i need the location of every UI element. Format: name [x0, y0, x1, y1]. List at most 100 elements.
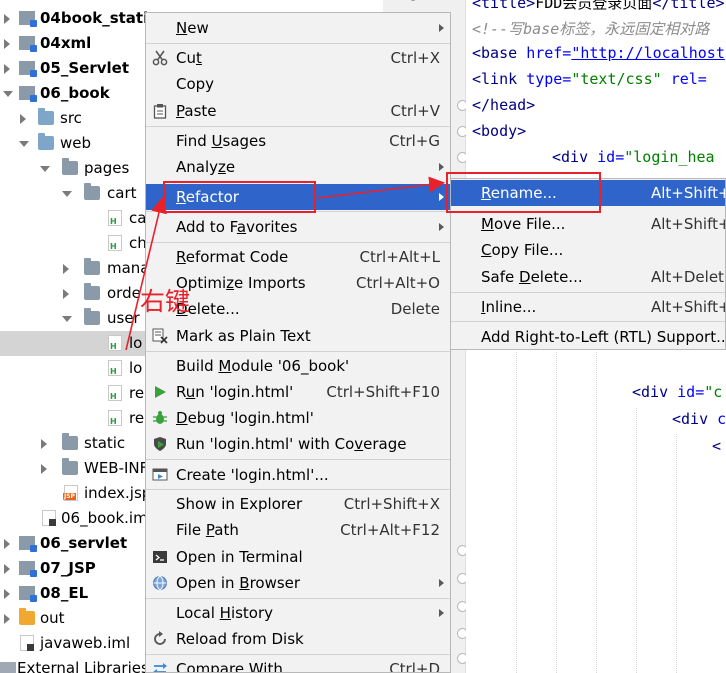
menu-item-file-path[interactable]: File Path Ctrl+Alt+F12 [146, 517, 450, 543]
collapse-arrow-icon[interactable] [19, 141, 29, 147]
tree-item-08-el[interactable]: 08_EL [0, 581, 152, 606]
folder-icon [84, 183, 100, 200]
expand-arrow-icon[interactable] [4, 64, 10, 74]
expand-arrow-icon[interactable] [4, 39, 10, 49]
tree-item-manager[interactable]: mana [0, 256, 152, 281]
collapse-arrow-icon[interactable] [40, 166, 50, 172]
expand-arrow-icon[interactable] [4, 614, 10, 624]
menu-item-open-in-browser[interactable]: Open in Browser [146, 570, 450, 596]
expand-arrow-icon[interactable] [4, 564, 10, 574]
expand-arrow-icon[interactable] [63, 264, 69, 274]
tree-item-external-libraries[interactable]: External Libraries [0, 656, 152, 673]
tree-item-04book-static[interactable]: 04book_static [0, 6, 152, 31]
menu-item-optimize-imports[interactable]: Optimize Imports Ctrl+Alt+O [146, 270, 450, 296]
menu-item-label: Create 'login.html'... [176, 466, 329, 484]
tree-item-04xml[interactable]: 04xml [0, 31, 152, 56]
menu-item-move-file[interactable]: Move File... Alt+Shift+ [451, 211, 725, 237]
collapse-arrow-icon[interactable] [62, 191, 72, 197]
submenu-arrow-icon [439, 579, 444, 587]
menu-item-build-module[interactable]: Build Module '06_book' [146, 353, 450, 379]
expand-arrow-icon[interactable] [20, 114, 26, 124]
expand-arrow-icon[interactable] [41, 439, 47, 449]
globe-icon [153, 576, 167, 590]
menu-item-compare-with[interactable]: Compare With... Ctrl+D [146, 656, 450, 672]
menu-item-shortcut: Ctrl+X [390, 49, 440, 67]
code-line: <!--写base标签，永远固定相对路 [472, 20, 710, 38]
tree-item-regist-success-html[interactable]: re [0, 406, 152, 431]
expand-arrow-icon[interactable] [63, 289, 69, 299]
expand-arrow-icon[interactable] [4, 589, 10, 599]
menu-item-label: Optimize Imports [176, 274, 306, 292]
web-folder-icon [38, 133, 54, 150]
tree-item-06-book[interactable]: 06_book [0, 81, 152, 106]
tree-item-web[interactable]: web [0, 131, 152, 156]
tree-item-regist-html[interactable]: re [0, 381, 152, 406]
menu-item-delete[interactable]: Delete... Delete [146, 296, 450, 322]
menu-separator [146, 598, 450, 599]
code-line: < [712, 437, 722, 455]
tree-item-06-servlet[interactable]: 06_servlet [0, 531, 152, 556]
menu-item-shortcut: Ctrl+Alt+F12 [340, 521, 440, 539]
menu-item-copy-file[interactable]: Copy File... [451, 237, 725, 263]
module-folder-icon [19, 86, 37, 102]
menu-item-paste[interactable]: Paste Ctrl+V [146, 98, 450, 124]
expand-arrow-icon[interactable] [4, 14, 10, 24]
expand-arrow-icon[interactable] [41, 464, 47, 474]
menu-item-local-history[interactable]: Local History [146, 600, 450, 626]
code-line: <div id="login_hea [552, 148, 715, 166]
tree-item-out[interactable]: out [0, 606, 152, 631]
tree-item-web-inf[interactable]: WEB-INF [0, 456, 152, 481]
menu-item-label: Mark as Plain Text [176, 327, 311, 345]
menu-item-safe-delete[interactable]: Safe Delete... Alt+Delet [451, 264, 725, 290]
code-line: <body> [472, 122, 527, 140]
tree-item-06-book-iml[interactable]: 06_book.iml [0, 506, 152, 531]
menu-item-create-config[interactable]: Create 'login.html'... [146, 462, 450, 488]
tree-item-05-servlet[interactable]: 05_Servlet [0, 56, 152, 81]
tree-item-order[interactable]: orde [0, 281, 152, 306]
tree-item-login-html[interactable]: lo [0, 331, 152, 356]
menu-item-analyze[interactable]: Analyze [146, 154, 450, 180]
iml-file-icon [20, 635, 34, 651]
tree-item-static[interactable]: static [0, 431, 152, 456]
menu-item-new[interactable]: New [146, 15, 450, 41]
menu-item-add-to-favorites[interactable]: Add to Favorites [146, 214, 450, 240]
menu-item-show-in-explorer[interactable]: Show in Explorer Ctrl+Shift+X [146, 491, 450, 517]
project-tree[interactable]: 04book_static 04xml 05_Servlet 06_book s… [0, 0, 152, 673]
tree-item-cart[interactable]: cart [0, 181, 152, 206]
context-menu[interactable]: New Cut Ctrl+X Copy Paste Ctrl+V Find Us… [145, 12, 451, 673]
output-folder-icon [19, 608, 35, 625]
expand-arrow-icon[interactable] [4, 539, 10, 549]
tree-item-login-success-html[interactable]: lo [0, 356, 152, 381]
collapse-arrow-icon[interactable] [62, 316, 72, 322]
menu-item-mark-as-plain-text[interactable]: Mark as Plain Text [146, 323, 450, 349]
tree-item-label: src [60, 109, 82, 127]
tree-item-user[interactable]: user [0, 306, 152, 331]
menu-item-reload-from-disk[interactable]: Reload from Disk [146, 626, 450, 652]
tree-item-cart-html[interactable]: ca [0, 206, 152, 231]
menu-item-debug[interactable]: Debug 'login.html' [146, 405, 450, 431]
tree-item-src[interactable]: src [0, 106, 152, 131]
menu-item-run[interactable]: Run 'login.html' Ctrl+Shift+F10 [146, 379, 450, 405]
collapse-arrow-icon[interactable] [3, 91, 13, 97]
tree-item-07-jsp[interactable]: 07_JSP [0, 556, 152, 581]
menu-item-run-with-coverage[interactable]: Run 'login.html' with Coverage [146, 431, 450, 457]
menu-item-find-usages[interactable]: Find Usages Ctrl+G [146, 128, 450, 154]
tree-item-label: orde [107, 284, 141, 302]
tree-item-label: 06_book.iml [61, 509, 152, 527]
menu-separator [146, 126, 450, 127]
module-folder-icon [19, 586, 37, 602]
menu-item-add-rtl-support[interactable]: Add Right-to-Left (RTL) Support... [451, 324, 725, 349]
module-folder-icon [19, 11, 37, 27]
indent-guide [676, 434, 677, 673]
tree-item-javaweb-iml[interactable]: javaweb.iml [0, 631, 152, 656]
menu-item-cut[interactable]: Cut Ctrl+X [146, 45, 450, 71]
menu-item-reformat-code[interactable]: Reformat Code Ctrl+Alt+L [146, 244, 450, 270]
menu-item-open-in-terminal[interactable]: Open in Terminal [146, 544, 450, 570]
menu-item-shortcut: Alt+Shift+ [651, 298, 726, 316]
menu-item-inline[interactable]: Inline... Alt+Shift+ [451, 294, 726, 320]
indent-guide [556, 352, 557, 673]
tree-item-checkout-html[interactable]: ch [0, 231, 152, 256]
tree-item-pages[interactable]: pages [0, 156, 152, 181]
tree-item-index-jsp[interactable]: index.jsp [0, 481, 152, 506]
menu-item-copy[interactable]: Copy [146, 71, 450, 97]
